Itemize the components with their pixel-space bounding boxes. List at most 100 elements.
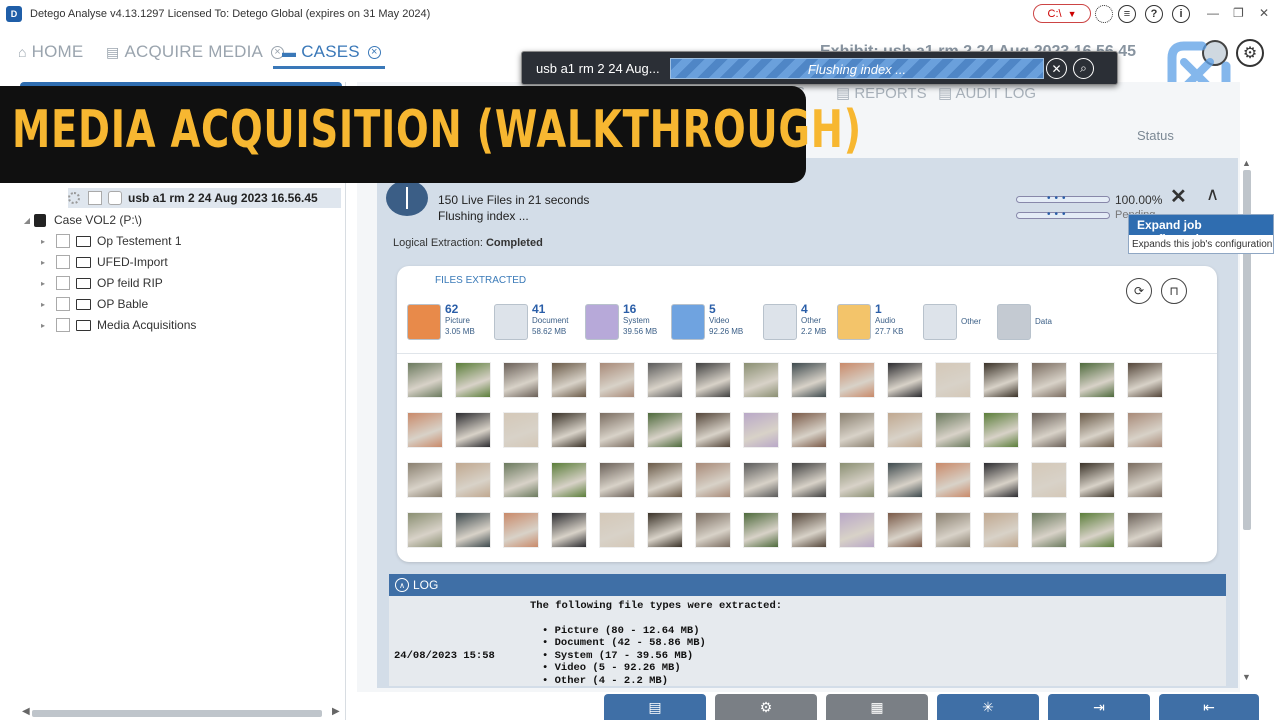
thumbnail-image[interactable] [743,412,779,448]
thumbnail-image[interactable] [1127,362,1163,398]
thumbnail-image[interactable] [551,512,587,548]
thumbnail-image[interactable] [935,462,971,498]
drive-selector[interactable]: C:\ ▼ [1033,4,1091,23]
close-tab-icon[interactable]: × [367,45,381,59]
checkbox[interactable] [56,255,70,269]
thumbnail-image[interactable] [647,512,683,548]
thumbnail-image[interactable] [983,462,1019,498]
thumbnail-image[interactable] [407,462,443,498]
thumbnail-image[interactable] [695,512,731,548]
restore-button[interactable]: ❐ [1233,6,1244,20]
thumbnail-image[interactable] [1031,362,1067,398]
thumbnail-image[interactable] [983,362,1019,398]
tab-cases[interactable]: ▬ CASES × [282,42,381,62]
thumbnail-image[interactable] [1031,462,1067,498]
thumbnail-image[interactable] [935,512,971,548]
tree-item-folder[interactable]: ▸ OP Bable [36,294,148,314]
thumbnail-image[interactable] [647,462,683,498]
help-icon[interactable]: ? [1145,5,1163,23]
thumbnail-image[interactable] [599,512,635,548]
settings-button[interactable]: ⚙ [715,694,817,720]
tree-item-exhibit[interactable]: usb a1 rm 2 24 Aug 2023 16.56.45 [68,188,341,208]
process-button[interactable]: ✳ [937,694,1039,720]
thumbnail-image[interactable] [407,362,443,398]
tab-audit-log[interactable]: ▤ AUDIT LOG [938,84,1036,102]
thumbnail-image[interactable] [599,462,635,498]
thumbnail-image[interactable] [743,362,779,398]
thumbnail-image[interactable] [1127,462,1163,498]
thumbnail-image[interactable] [551,412,587,448]
thumbnail-image[interactable] [695,412,731,448]
thumbnail-image[interactable] [1031,412,1067,448]
thumbnail-image[interactable] [983,512,1019,548]
thumbnail-image[interactable] [1079,412,1115,448]
thumbnail-image[interactable] [551,462,587,498]
notes-icon[interactable]: ≡ [1118,5,1136,23]
expand-triangle-icon[interactable]: ▸ [36,321,50,330]
file-type-other[interactable]: Other [923,304,981,344]
scroll-right-icon[interactable]: ▶ [332,706,340,717]
search-icon[interactable]: ⌕ [1073,58,1094,79]
thumbnail-image[interactable] [551,362,587,398]
file-type-audio[interactable]: 1 Audio 27.7 KB [837,303,903,344]
thumbnail-image[interactable] [695,362,731,398]
thumbnail-image[interactable] [791,362,827,398]
thumbnail-image[interactable] [743,512,779,548]
thumbnail-image[interactable] [1127,412,1163,448]
thumbnail-image[interactable] [455,462,491,498]
tree-item-folder[interactable]: ▸ UFED-Import [36,252,168,272]
file-type-video[interactable]: 5 Video 92.26 MB [671,303,743,344]
thumbnail-image[interactable] [503,412,539,448]
thumbnail-image[interactable] [647,362,683,398]
expand-job-button[interactable]: ∧ [1206,184,1219,205]
expand-triangle-icon[interactable]: ▸ [36,258,50,267]
checkbox[interactable] [56,234,70,248]
checkbox[interactable] [56,276,70,290]
thumbnail-image[interactable] [599,362,635,398]
thumbnail-image[interactable] [1127,512,1163,548]
thumbnail-image[interactable] [839,412,875,448]
exit-button[interactable]: ⇤ [1159,694,1259,720]
file-type-other[interactable]: 4 Other 2.2 MB [763,303,826,344]
close-window-button[interactable]: ✕ [1259,6,1269,20]
refresh-icon[interactable]: ⟳ [1126,278,1152,304]
thumbnail-image[interactable] [407,512,443,548]
file-type-system[interactable]: 16 System 39.56 MB [585,303,657,344]
expand-triangle-icon[interactable]: ▸ [36,237,50,246]
file-type-document[interactable]: 41 Document 58.62 MB [494,303,568,344]
thumbnail-image[interactable] [839,462,875,498]
checkbox[interactable] [56,297,70,311]
thumbnail-image[interactable] [1079,512,1115,548]
cancel-icon[interactable]: ✕ [1046,58,1067,79]
checkbox[interactable] [56,318,70,332]
horizontal-scrollbar[interactable]: ◀ ▶ [20,706,342,718]
expand-triangle-icon[interactable]: ▸ [36,300,50,309]
thumbnail-image[interactable] [983,412,1019,448]
file-type-data[interactable]: Data [997,304,1052,344]
thumbnail-image[interactable] [935,412,971,448]
thumbnail-image[interactable] [887,462,923,498]
thumbnail-image[interactable] [503,362,539,398]
thumbnail-image[interactable] [1079,462,1115,498]
tree-item-folder[interactable]: ▸ OP feild RIP [36,273,163,293]
info-icon[interactable]: i [1172,5,1190,23]
thumbnail-image[interactable] [455,412,491,448]
scroll-thumb[interactable] [32,710,322,717]
thumbnail-image[interactable] [455,362,491,398]
tree-item-folder[interactable]: ▸ Op Testement 1 [36,231,182,251]
gear-icon[interactable]: ⚙ [1236,39,1264,67]
thumbnail-image[interactable] [839,362,875,398]
thumbnail-image[interactable] [887,362,923,398]
expand-triangle-icon[interactable]: ▸ [36,279,50,288]
scroll-left-icon[interactable]: ◀ [22,706,30,717]
collapse-icon[interactable]: ∧ [395,578,409,592]
thumbnail-image[interactable] [503,512,539,548]
thumbnail-image[interactable] [599,412,635,448]
tab-home[interactable]: ⌂ HOME [18,42,83,62]
cancel-job-button[interactable]: ✕ [1170,184,1187,209]
thumbnail-image[interactable] [1079,362,1115,398]
thumbnail-image[interactable] [743,462,779,498]
tree-item-folder[interactable]: ▸ Media Acquisitions [36,315,196,335]
filter-icon[interactable]: ⊓ [1161,278,1187,304]
thumbnail-image[interactable] [455,512,491,548]
